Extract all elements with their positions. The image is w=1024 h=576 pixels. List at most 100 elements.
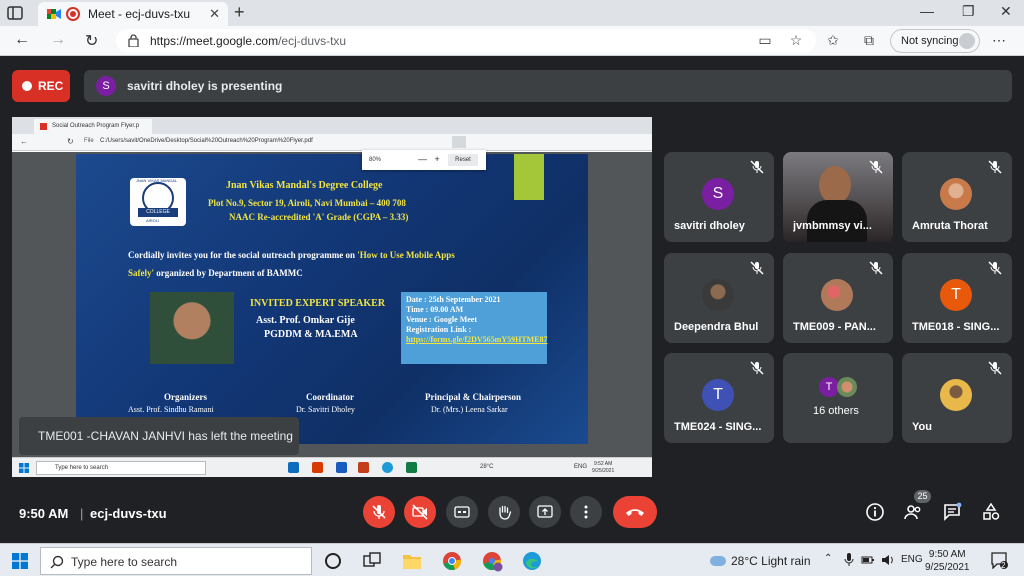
cortana-icon[interactable] <box>322 550 344 572</box>
back-icon[interactable]: ← <box>14 31 30 49</box>
tab-actions-icon[interactable] <box>6 4 24 22</box>
close-tab-icon[interactable]: ✕ <box>209 6 220 22</box>
participant-tile[interactable]: S savitri dholey <box>664 152 774 242</box>
address-bar: ← → ↻ https://meet.google.com/ecj-duvs-t… <box>0 26 1024 56</box>
taskbar-clock[interactable]: 9:50 AM 9/25/2021 <box>925 548 970 574</box>
participant-avatar: S <box>702 178 734 210</box>
participant-tile[interactable]: T TME018 - SING... <box>902 253 1012 343</box>
sync-label: Not syncing <box>901 35 959 47</box>
url-path: /ecj-duvs-txu <box>278 34 347 48</box>
coordinator-name: Dr. Savitri Dholey <box>296 405 355 414</box>
meeting-clock: 9:50 AM <box>19 506 69 521</box>
invite-line-2: Safely' organized by Department of BAMMC <box>128 268 303 278</box>
file-explorer-icon[interactable] <box>401 550 423 572</box>
registration-label: Registration Link : <box>406 325 472 334</box>
search-icon <box>50 555 64 569</box>
battery-icon[interactable] <box>861 553 875 567</box>
lock-icon[interactable] <box>128 34 139 47</box>
chrome-icon[interactable] <box>441 550 463 572</box>
participant-tile[interactable]: TME009 - PAN... <box>783 253 893 343</box>
taskbar-search-placeholder: Type here to search <box>71 555 178 569</box>
participant-name: Amruta Thorat <box>912 220 988 232</box>
mic-toggle-button[interactable] <box>363 496 395 528</box>
invite-line-2a: Safely' <box>128 268 154 278</box>
edge-icon[interactable] <box>521 550 543 572</box>
people-icon[interactable] <box>903 502 923 522</box>
camera-toggle-button[interactable] <box>404 496 436 528</box>
profile-avatar <box>959 33 975 49</box>
activities-icon[interactable] <box>981 502 1001 522</box>
present-button[interactable] <box>529 496 561 528</box>
others-avatar-photo <box>837 377 857 397</box>
participant-tile[interactable]: jvmbmmsy vi... <box>783 152 893 242</box>
naac-grade: NAAC Re-accredited 'A' Grade (CGPA – 3.3… <box>229 212 409 222</box>
add-favorite-icon[interactable]: ☆ <box>787 32 805 50</box>
url-text: https://meet.google.com/ecj-duvs-txu <box>150 34 346 48</box>
participant-name: TME018 - SING... <box>912 321 1000 333</box>
shared-search-box: Type here to search <box>36 461 206 475</box>
shared-tab: Social Outreach Program Flyer.p <box>34 119 152 134</box>
more-options-button[interactable] <box>570 496 602 528</box>
participant-tile[interactable]: Amruta Thorat <box>902 152 1012 242</box>
collections-icon[interactable]: ⧉ <box>860 32 878 50</box>
camera-in-use-icon[interactable]: ▭ <box>756 32 774 50</box>
chat-icon[interactable] <box>942 502 962 522</box>
url-field[interactable]: https://meet.google.com/ecj-duvs-txu <box>116 29 816 53</box>
restore-icon[interactable]: ❐ <box>962 3 975 20</box>
captions-button[interactable] <box>446 496 478 528</box>
participant-tile[interactable]: T TME024 - SING... <box>664 353 774 443</box>
zoom-minus: — + <box>418 154 440 164</box>
others-tile[interactable]: T 16 others <box>783 353 893 443</box>
close-window-icon[interactable]: ✕ <box>1000 3 1012 20</box>
forward-icon[interactable]: → <box>50 31 66 49</box>
microphone-tray-icon[interactable] <box>844 553 854 567</box>
camera-off-icon <box>412 504 428 520</box>
shared-address-bar: ← ↻ File C:/Users/savit/OneDrive/Desktop… <box>12 134 652 151</box>
event-time: Time : 09.00 AM <box>406 305 464 314</box>
participant-tile[interactable]: Deependra Bhul <box>664 253 774 343</box>
chrome-profile-icon[interactable] <box>481 550 503 572</box>
event-date: Date : 25th September 2021 <box>406 295 501 304</box>
shared-back-icon: ← <box>20 137 28 146</box>
leave-call-button[interactable] <box>613 496 657 528</box>
profile-sync-button[interactable]: Not syncing <box>890 29 980 53</box>
new-tab-button[interactable]: + <box>234 2 245 23</box>
taskbar-search-box[interactable]: Type here to search <box>40 547 312 575</box>
tab-meet[interactable]: Meet - ecj-duvs-txu ✕ <box>38 2 228 26</box>
registration-link: https://forms.gle/f2DV565mY59HTME87 <box>406 335 548 344</box>
weather-cloud-icon <box>710 556 726 566</box>
self-tile[interactable]: You <box>902 353 1012 443</box>
raise-hand-button[interactable] <box>488 496 520 528</box>
muted-mic-icon <box>988 160 1002 174</box>
language-indicator[interactable]: ENG <box>901 554 923 565</box>
shared-time: 9:52 AM <box>593 461 613 467</box>
weather-widget[interactable]: 28°C Light rain <box>710 554 811 568</box>
participant-name: TME009 - PAN... <box>793 321 876 333</box>
muted-mic-icon <box>750 261 764 275</box>
refresh-icon[interactable]: ↻ <box>85 31 98 51</box>
speaker-photo <box>150 292 234 364</box>
minimize-icon[interactable]: — <box>920 3 934 19</box>
muted-mic-icon <box>988 261 1002 275</box>
more-menu-icon[interactable]: ⋯ <box>992 32 1006 49</box>
invite-line-1a: Cordially invites you for the social out… <box>128 250 358 260</box>
favorites-icon[interactable]: ✩ <box>824 32 842 50</box>
task-view-icon[interactable] <box>361 550 383 572</box>
volume-icon[interactable] <box>881 553 895 567</box>
others-avatar: T <box>819 377 839 397</box>
meeting-code: ecj-duvs-txu <box>90 506 167 521</box>
meeting-info-icon[interactable] <box>865 502 885 522</box>
left-meeting-toast: TME001 -CHAVAN JANHVI has left the meeti… <box>19 417 299 455</box>
coordinator-title: Coordinator <box>306 392 354 402</box>
meet-favicon-icon <box>47 9 61 19</box>
windows-start-icon[interactable] <box>12 553 28 569</box>
shared-zoom-icon <box>452 136 466 148</box>
speaker-name: Asst. Prof. Omkar Gije <box>256 315 355 326</box>
shared-temperature: 28°C <box>480 464 494 470</box>
recording-indicator[interactable]: REC <box>12 70 70 102</box>
invite-line-1: Cordially invites you for the social out… <box>128 250 455 260</box>
speaker-qualification: PGDDM & MA.EMA <box>264 329 358 340</box>
show-hidden-icons[interactable]: ⌃ <box>824 553 832 564</box>
others-count: 16 others <box>813 405 859 417</box>
zoom-reset: Reset <box>448 154 478 166</box>
